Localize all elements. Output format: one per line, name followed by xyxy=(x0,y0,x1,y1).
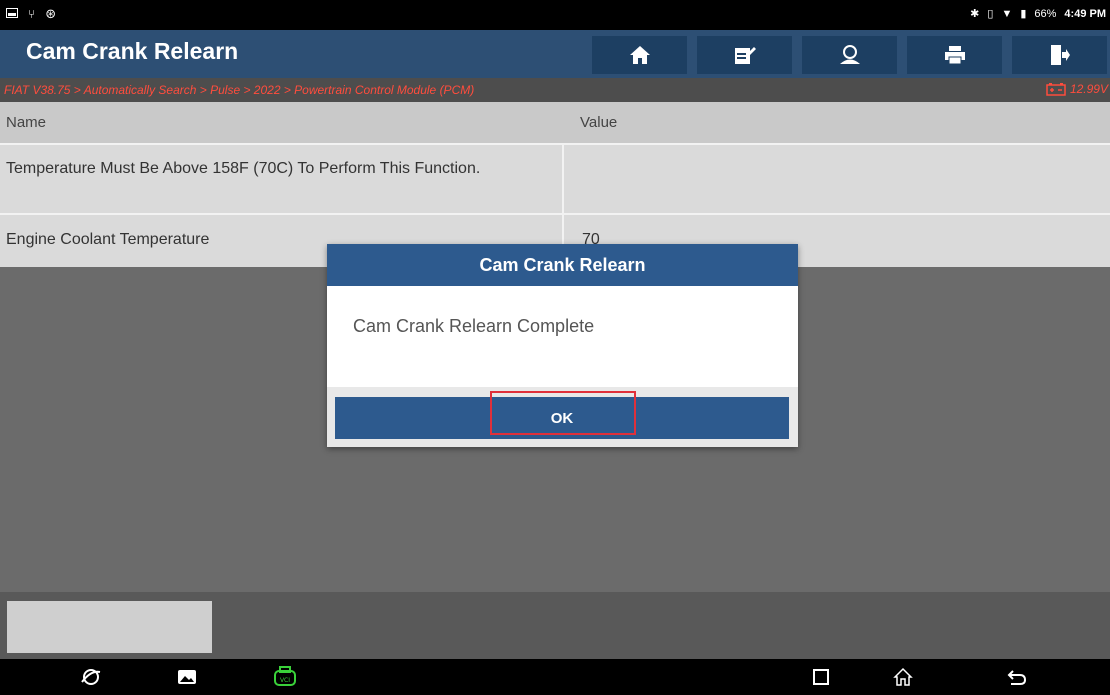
clock: 4:49 PM xyxy=(1064,7,1106,20)
bottom-action-bar xyxy=(0,592,1110,659)
home-nav-button[interactable] xyxy=(892,666,914,688)
planet-icon xyxy=(81,669,101,685)
dialog-message: Cam Crank Relearn Complete xyxy=(353,316,595,336)
battery-voltage: 12.99V xyxy=(1046,82,1108,96)
voltage-value: 12.99V xyxy=(1069,82,1108,96)
gallery-button[interactable] xyxy=(176,666,198,688)
exit-icon xyxy=(1050,45,1070,65)
usb-icon: ⑂ xyxy=(28,7,36,21)
home-outline-icon xyxy=(893,667,913,686)
completion-dialog: Cam Crank Relearn Cam Crank Relearn Comp… xyxy=(327,244,798,447)
print-icon xyxy=(944,46,965,65)
edit-report-icon xyxy=(734,47,756,64)
action-button[interactable] xyxy=(7,601,212,653)
data-table: Name Value Temperature Must Be Above 158… xyxy=(0,102,1110,267)
system-nav-bar: VCI xyxy=(0,659,1110,695)
wifi-icon: ▼ xyxy=(1001,7,1013,20)
vci-button[interactable]: VCI xyxy=(272,666,298,688)
back-icon xyxy=(1007,670,1027,685)
svg-text:VCI: VCI xyxy=(280,677,290,684)
home-button[interactable] xyxy=(592,36,687,74)
bluetooth-icon: ✱ xyxy=(970,8,980,20)
recents-button[interactable] xyxy=(810,666,832,688)
user-button[interactable] xyxy=(802,36,897,74)
breadcrumb: FIAT V38.75 > Automatically Search > Pul… xyxy=(0,78,1110,102)
screenshot-icon xyxy=(6,7,18,21)
gallery-icon xyxy=(178,670,196,684)
battery-percent: 66% xyxy=(1034,7,1057,20)
print-button[interactable] xyxy=(907,36,1002,74)
battery-icon: ▮ xyxy=(1020,8,1027,20)
row-value xyxy=(562,145,1110,213)
ok-button[interactable]: OK xyxy=(335,397,789,439)
row-name: Temperature Must Be Above 158F (70C) To … xyxy=(6,160,481,177)
dialog-title: Cam Crank Relearn xyxy=(327,244,798,286)
recents-icon xyxy=(813,669,829,685)
status-bar: ⑂ ⊛ ✱ ▯ ▼ ▮ 66% 4:49 PM xyxy=(0,0,1110,30)
table-row[interactable]: Temperature Must Be Above 158F (70C) To … xyxy=(0,143,1110,213)
back-button[interactable] xyxy=(1006,666,1028,688)
dialog-footer: OK xyxy=(327,387,798,447)
car-battery-icon xyxy=(1046,83,1066,96)
column-header-value: Value xyxy=(580,114,618,131)
edit-report-button[interactable] xyxy=(697,36,792,74)
page-title: Cam Crank Relearn xyxy=(26,38,239,64)
browser-button[interactable] xyxy=(80,666,102,688)
table-header: Name Value xyxy=(0,102,1110,143)
home-icon xyxy=(629,46,650,64)
app-header: Cam Crank Relearn xyxy=(0,30,1110,78)
user-icon xyxy=(839,45,860,64)
vibrate-icon: ▯ xyxy=(987,8,994,20)
column-header-name: Name xyxy=(6,114,47,131)
exit-button[interactable] xyxy=(1012,36,1107,74)
vci-icon: VCI xyxy=(274,666,296,686)
accessibility-icon: ⊛ xyxy=(45,6,57,21)
breadcrumb-path: FIAT V38.75 > Automatically Search > Pul… xyxy=(4,83,475,97)
